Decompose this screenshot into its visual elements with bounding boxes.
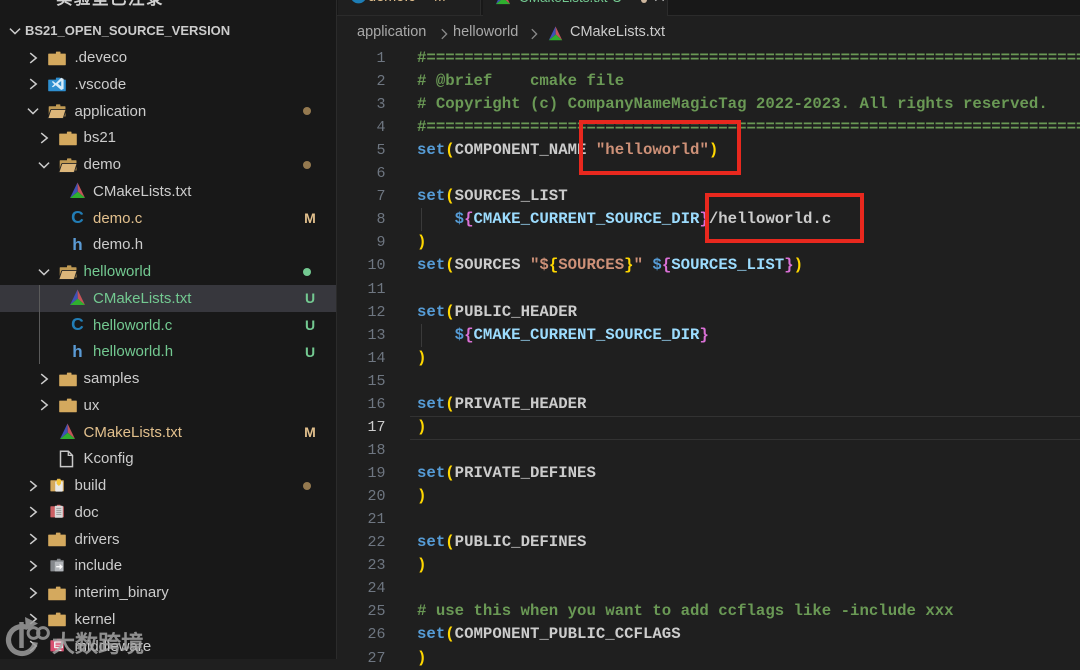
svg-text:C: C bbox=[71, 208, 84, 227]
svg-text:h: h bbox=[72, 235, 82, 254]
svg-text:h: h bbox=[72, 342, 82, 361]
svg-text:大数跨境: 大数跨境 bbox=[52, 631, 144, 657]
svg-text:C: C bbox=[71, 315, 84, 334]
svg-text:C: C bbox=[354, 0, 363, 3]
